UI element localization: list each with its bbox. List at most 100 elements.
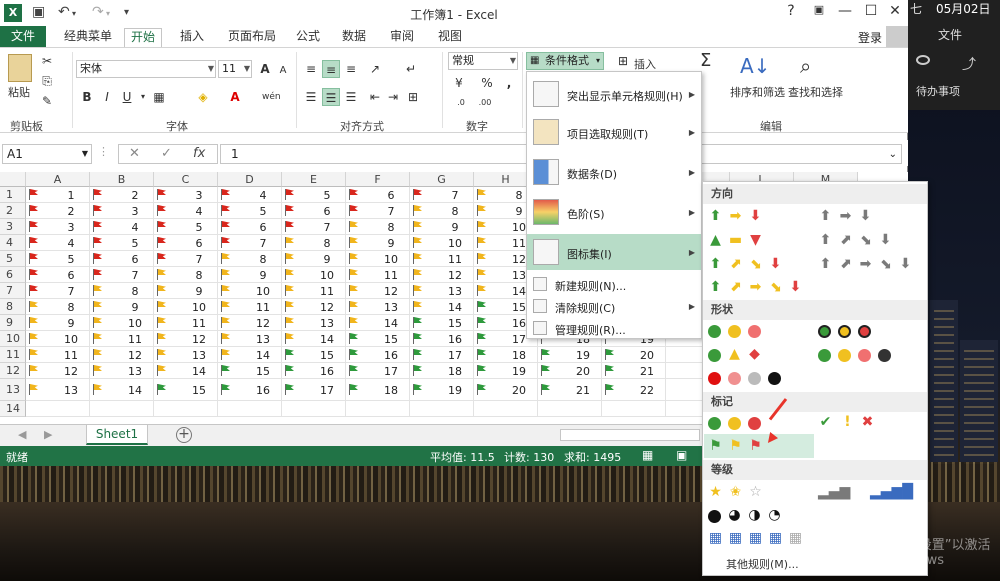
arrow-down-right-icon[interactable]: ⬊ <box>858 233 873 247</box>
format-painter-icon[interactable]: ✎ <box>38 92 56 110</box>
boxes-icon[interactable]: ▦ <box>768 531 783 545</box>
bold-button[interactable]: B <box>78 88 96 106</box>
tab-view[interactable]: 视图 <box>432 28 468 47</box>
name-box[interactable]: A1 ▼ <box>2 144 92 164</box>
help-button[interactable]: ? <box>780 3 802 19</box>
tab-formulas[interactable]: 公式 <box>290 28 326 47</box>
arrow-up-icon[interactable]: ⬆ <box>708 280 723 294</box>
table-cell[interactable]: 13 <box>410 283 474 299</box>
table-cell[interactable]: 14 <box>346 315 410 331</box>
conditional-format-button[interactable]: 条件格式 ▦ ▾ <box>526 52 604 70</box>
yellow-circle-icon[interactable] <box>728 325 741 338</box>
table-cell[interactable]: 10 <box>90 315 154 331</box>
star-full-icon[interactable]: ★ <box>708 485 723 499</box>
eye-icon[interactable] <box>916 55 930 65</box>
boxes-icon[interactable]: ▦ <box>708 531 723 545</box>
arrow-up-right-icon[interactable]: ⬈ <box>838 257 853 271</box>
orientation-icon[interactable]: ↗ <box>366 60 384 78</box>
boxes-icon[interactable]: ▦ <box>748 531 763 545</box>
row-header[interactable]: 11 <box>0 347 26 363</box>
black-circle-icon[interactable] <box>878 349 891 362</box>
select-all-corner[interactable] <box>0 172 26 187</box>
table-cell[interactable]: 5 <box>218 203 282 219</box>
table-cell[interactable]: 18 <box>410 363 474 379</box>
table-cell[interactable]: 7 <box>154 251 218 267</box>
menu-item-color-scales[interactable]: 色阶(S) ▶ <box>527 194 701 230</box>
paste-button[interactable]: 粘贴 <box>8 84 30 100</box>
x-icon[interactable]: ✖ <box>860 415 875 429</box>
boxes-icon[interactable]: ▦ <box>728 531 743 545</box>
tab-data[interactable]: 数据 <box>336 28 372 47</box>
exclamation-circle-icon[interactable] <box>728 417 741 430</box>
page-layout-view-icon[interactable]: ▣ <box>676 448 687 462</box>
table-cell[interactable]: 7 <box>218 235 282 251</box>
table-cell[interactable]: 4 <box>218 187 282 203</box>
star-half-icon[interactable]: ✬ <box>728 485 743 499</box>
cut-icon[interactable]: ✂ <box>38 52 56 70</box>
sort-filter-button[interactable]: 排序和筛选 <box>730 84 785 100</box>
table-cell[interactable]: 11 <box>90 331 154 347</box>
table-cell[interactable]: 17 <box>346 363 410 379</box>
table-cell[interactable]: 3 <box>26 219 90 235</box>
table-cell[interactable]: 19 <box>474 363 538 379</box>
yellow-circle-icon[interactable] <box>838 349 851 362</box>
row-header[interactable]: 1 <box>0 187 26 203</box>
table-cell[interactable]: 12 <box>346 283 410 299</box>
shrink-font-icon[interactable]: A <box>274 62 292 80</box>
column-header-f[interactable]: F <box>346 172 410 187</box>
sheet-tab-sheet1[interactable]: Sheet1 <box>86 425 148 445</box>
table-cell[interactable]: 8 <box>90 283 154 299</box>
align-middle-icon[interactable]: ≡ <box>322 60 340 78</box>
table-cell[interactable]: 1 <box>26 187 90 203</box>
table-cell[interactable]: 5 <box>26 251 90 267</box>
table-cell[interactable]: 19 <box>538 347 602 363</box>
table-cell[interactable]: 5 <box>154 219 218 235</box>
menu-item-highlight-rules[interactable]: 突出显示单元格规则(H) ▶ <box>527 76 701 112</box>
paste-icon[interactable] <box>8 54 32 82</box>
avatar[interactable] <box>886 26 908 48</box>
table-cell[interactable]: 16 <box>282 363 346 379</box>
decrease-decimal-icon[interactable]: .00 <box>476 94 494 112</box>
table-cell[interactable]: 17 <box>410 347 474 363</box>
italic-button[interactable]: I <box>98 88 116 106</box>
maximize-button[interactable]: ☐ <box>860 3 882 19</box>
table-cell[interactable]: 12 <box>26 363 90 379</box>
arrow-right-icon[interactable]: ➡ <box>728 209 743 223</box>
row-header[interactable]: 9 <box>0 315 26 331</box>
login-link[interactable]: 登录 <box>858 29 882 46</box>
table-cell[interactable]: 18 <box>474 347 538 363</box>
arrow-down-icon[interactable]: ⬇ <box>858 209 873 223</box>
table-cell[interactable]: 20 <box>474 379 538 401</box>
table-cell[interactable] <box>26 401 90 417</box>
table-cell[interactable] <box>154 401 218 417</box>
share-icon[interactable]: ⤴ <box>962 54 976 74</box>
row-header[interactable]: 14 <box>0 401 26 417</box>
table-cell[interactable]: 20 <box>602 347 666 363</box>
table-cell[interactable]: 9 <box>346 235 410 251</box>
minimize-button[interactable]: — <box>834 3 856 19</box>
table-cell[interactable]: 10 <box>26 331 90 347</box>
menu-item-data-bars[interactable]: 数据条(D) ▶ <box>527 154 701 190</box>
black-circle-icon[interactable] <box>768 372 781 385</box>
enter-icon[interactable]: ✓ <box>161 145 172 163</box>
arrow-up-icon[interactable]: ⬆ <box>708 257 723 271</box>
merge-center-icon[interactable]: ⊞ <box>404 88 422 106</box>
table-cell[interactable]: 11 <box>282 283 346 299</box>
panel-file[interactable]: 文件 <box>938 26 962 43</box>
table-cell[interactable]: 21 <box>602 363 666 379</box>
table-cell[interactable]: 10 <box>218 283 282 299</box>
row-header[interactable]: 7 <box>0 283 26 299</box>
table-cell[interactable]: 9 <box>282 251 346 267</box>
copy-icon[interactable]: ⎘ <box>38 72 56 90</box>
close-button[interactable]: ✕ <box>884 3 906 19</box>
tab-classic-menu[interactable]: 经典菜单 <box>58 28 118 47</box>
align-center-icon[interactable]: ☰ <box>322 88 340 106</box>
table-cell[interactable]: 13 <box>154 347 218 363</box>
arrow-right-icon[interactable]: ➡ <box>858 257 873 271</box>
table-cell[interactable] <box>474 401 538 417</box>
table-cell[interactable] <box>282 401 346 417</box>
table-cell[interactable]: 3 <box>90 203 154 219</box>
green-circle-icon[interactable] <box>818 349 831 362</box>
row-header[interactable]: 13 <box>0 379 26 401</box>
menu-item-icon-sets[interactable]: 图标集(I) ▶ <box>527 234 701 270</box>
